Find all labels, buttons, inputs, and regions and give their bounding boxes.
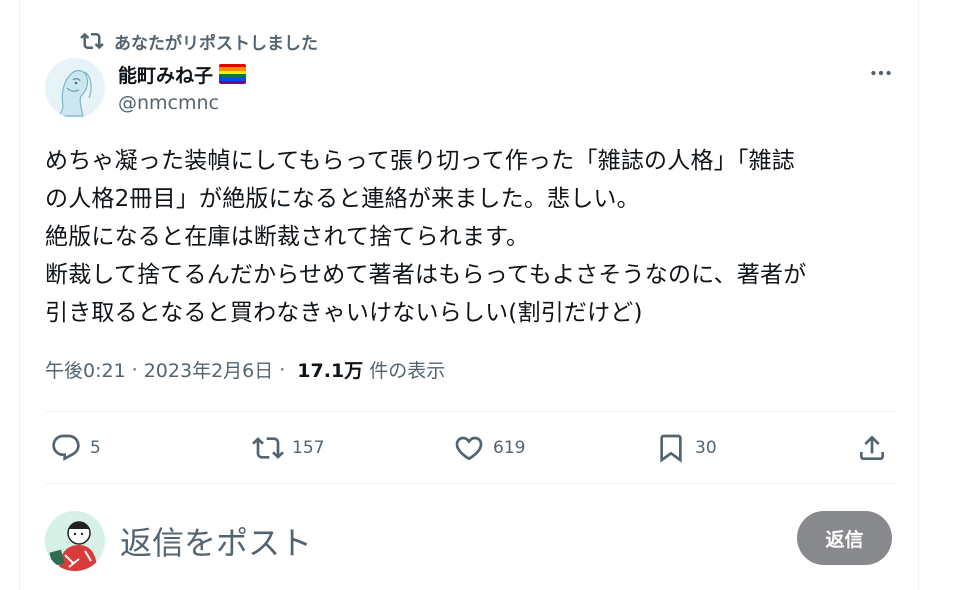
- tweet-date[interactable]: 2023年2月6日: [144, 356, 274, 383]
- divider: [45, 483, 895, 484]
- meta-separator: ·: [279, 358, 286, 381]
- avatar-illustration: [45, 511, 105, 571]
- reply-count: 5: [90, 438, 101, 458]
- current-user-avatar[interactable]: [45, 511, 105, 571]
- rainbow-flag-icon: [219, 64, 247, 84]
- divider: [45, 411, 895, 412]
- avatar-illustration: [45, 58, 105, 118]
- tweet-time[interactable]: 午後0:21: [45, 356, 126, 383]
- more-options-button[interactable]: [866, 60, 896, 86]
- tweet-text-line: 断裁して捨てるんだからせめて著者はもらってもよさそうなのに、著者が: [45, 262, 807, 288]
- like-action[interactable]: 619: [453, 426, 525, 470]
- tweet-text-line: の人格2冊目」が絶版になると連絡が来ました。悲しい。: [45, 186, 640, 212]
- repost-icon: [80, 32, 104, 50]
- column-border-left: [19, 0, 20, 590]
- author-handle[interactable]: @nmcmnc: [118, 92, 246, 114]
- repost-banner-label: あなたがリポストしました: [114, 33, 318, 54]
- heart-icon: [455, 436, 483, 461]
- bookmark-action[interactable]: 30: [655, 426, 717, 470]
- share-icon: [860, 435, 884, 460]
- tweet-text: めちゃ凝った装幀にしてもらって張り切って作った「雑誌の人格」「雑誌 の人格2冊目…: [45, 142, 905, 332]
- repost-icon: [252, 437, 284, 459]
- bookmark-icon: [660, 434, 682, 463]
- like-count: 619: [493, 438, 526, 458]
- author-name[interactable]: 能町みね子: [118, 61, 213, 88]
- author-avatar[interactable]: [45, 58, 105, 118]
- action-bar: 5 157 619 30: [45, 426, 895, 470]
- author-block[interactable]: 能町みね子 @nmcmnc: [118, 60, 247, 114]
- views-label: 件の表示: [369, 360, 446, 382]
- reply-icon: [52, 434, 80, 461]
- tweet-text-line: めちゃ凝った装幀にしてもらって張り切って作った「雑誌の人格」「雑誌: [45, 148, 795, 174]
- tweet-text-line: 引き取るとなると買わなきゃいけないらしい(割引だけど): [45, 300, 643, 326]
- column-border-right: [918, 0, 919, 590]
- bookmark-count: 30: [695, 438, 717, 458]
- reply-button[interactable]: 返信: [797, 511, 892, 565]
- share-action[interactable]: [856, 426, 888, 470]
- tweet-meta: 午後0:21 · 2023年2月6日 · 17.1万 件の表示: [45, 356, 445, 383]
- repost-action[interactable]: 157: [252, 426, 324, 470]
- more-icon: [871, 70, 891, 76]
- reply-input[interactable]: 返信をポスト: [120, 518, 312, 564]
- views-count: 17.1万: [297, 360, 364, 382]
- tweet-text-line: 絶版になると在庫は断裁されて捨てられます。: [45, 224, 530, 250]
- repost-banner[interactable]: あなたがリポストしました: [80, 28, 318, 54]
- meta-separator: ·: [131, 358, 138, 381]
- repost-count: 157: [292, 438, 325, 458]
- reply-action[interactable]: 5: [50, 426, 101, 470]
